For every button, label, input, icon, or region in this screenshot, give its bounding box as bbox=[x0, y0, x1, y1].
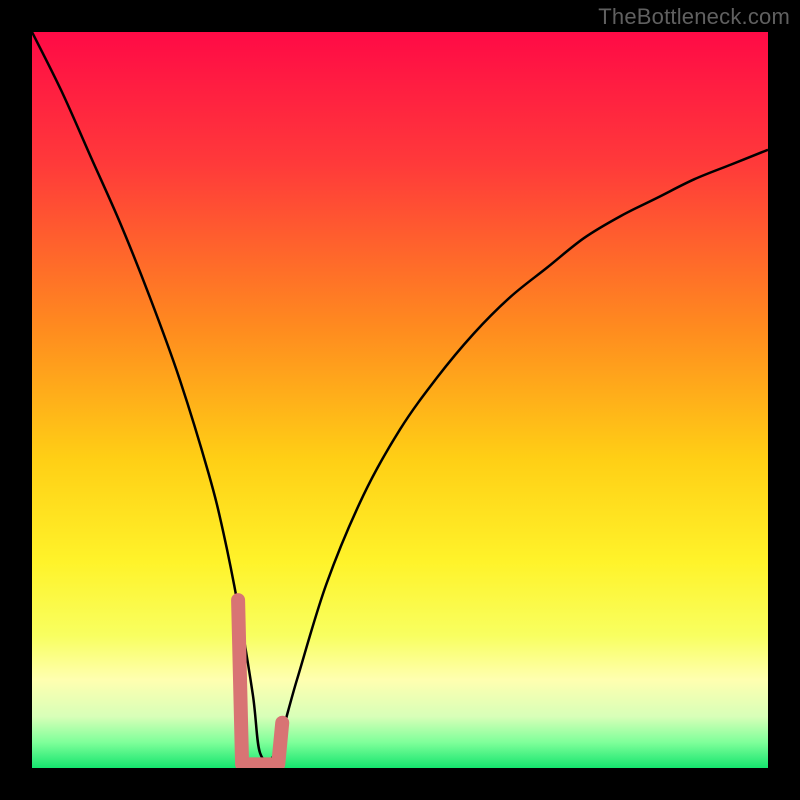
optimal-marker bbox=[238, 600, 282, 764]
bottleneck-curve bbox=[32, 32, 768, 762]
plot-area bbox=[32, 32, 768, 768]
chart-svg bbox=[32, 32, 768, 768]
watermark-text: TheBottleneck.com bbox=[598, 4, 790, 30]
chart-frame: TheBottleneck.com bbox=[0, 0, 800, 800]
